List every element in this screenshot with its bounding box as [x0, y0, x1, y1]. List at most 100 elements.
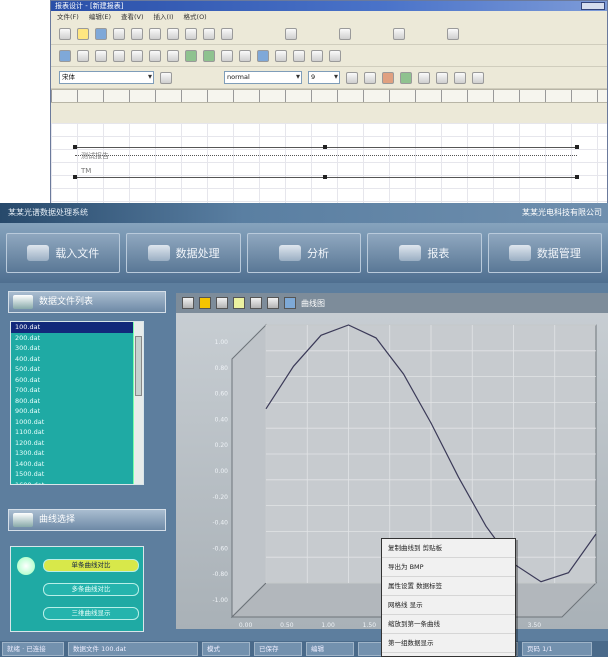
grid-icon[interactable] [339, 27, 351, 40]
file-list-item[interactable]: 1300.dat [11, 448, 143, 459]
align-icon[interactable] [393, 27, 405, 40]
menu-view[interactable]: 查看(V) [121, 11, 144, 23]
barcode-icon[interactable] [239, 49, 251, 62]
3d-curve-button[interactable]: 三维曲线显示 [43, 607, 139, 620]
canvas-text[interactable]: 测试报告 [81, 151, 109, 161]
file-list-item[interactable]: 700.dat [11, 385, 143, 396]
bold-icon[interactable] [160, 71, 172, 84]
window-buttons[interactable] [581, 2, 605, 10]
resize-handle[interactable] [323, 145, 327, 149]
nav-analyze-button[interactable]: 分析 [246, 233, 362, 273]
table-icon[interactable] [113, 49, 125, 62]
resize-handle[interactable] [575, 175, 579, 179]
file-list-scrollbar[interactable] [133, 322, 143, 484]
color-icon[interactable] [382, 71, 394, 84]
resize-handle[interactable] [73, 175, 77, 179]
paste-icon[interactable] [185, 27, 197, 40]
print-icon[interactable] [113, 27, 125, 40]
scrollbar-thumb[interactable] [135, 336, 142, 396]
multi-curve-button[interactable]: 多条曲线对比 [43, 583, 139, 596]
paragraph-icon[interactable] [329, 49, 341, 62]
file-list-item[interactable]: 1600.dat [11, 480, 143, 485]
file-list-item[interactable]: 900.dat [11, 406, 143, 417]
resize-handle[interactable] [73, 145, 77, 149]
italic-icon[interactable] [346, 71, 358, 84]
new-icon[interactable] [59, 27, 71, 40]
file-list-item[interactable]: 1400.dat [11, 459, 143, 470]
style-combo[interactable]: normal [224, 71, 302, 84]
file-list-item[interactable]: 1500.dat [11, 469, 143, 480]
align-center-icon[interactable] [436, 71, 448, 84]
report-canvas[interactable]: 测试报告 TM [51, 123, 607, 205]
file-list-item[interactable]: 200.dat [11, 333, 143, 344]
font-combo[interactable]: 宋体 [59, 71, 154, 84]
text-a-icon[interactable] [149, 49, 161, 62]
zoom-in-icon[interactable] [199, 297, 211, 309]
database-icon [508, 245, 531, 261]
open-icon[interactable] [77, 27, 89, 40]
textbox-icon[interactable] [95, 49, 107, 62]
menu-edit[interactable]: 编辑(E) [89, 11, 111, 23]
size-combo[interactable]: 9 [308, 71, 340, 84]
resize-handle[interactable] [575, 145, 579, 149]
nav-manage-button[interactable]: 数据管理 [487, 233, 603, 273]
undo-icon[interactable] [203, 27, 215, 40]
image-icon[interactable] [131, 49, 143, 62]
line-icon[interactable] [203, 49, 215, 62]
export-icon[interactable] [284, 297, 296, 309]
file-list-item[interactable]: 100.dat [11, 322, 143, 333]
file-list-item[interactable]: 1200.dat [11, 438, 143, 449]
menu-insert[interactable]: 插入(I) [154, 11, 174, 23]
menu-format[interactable]: 格式(O) [184, 11, 207, 23]
context-menu-item[interactable]: 复制曲线到 剪贴板 [382, 539, 515, 558]
formula-icon[interactable] [275, 49, 287, 62]
grid-toggle-icon[interactable] [250, 297, 262, 309]
preview-icon[interactable] [131, 27, 143, 40]
context-menu-item[interactable]: 缩放到第一条曲线 [382, 615, 515, 634]
resize-handle[interactable] [323, 175, 327, 179]
font-a-icon[interactable] [167, 49, 179, 62]
sum-icon[interactable] [293, 49, 305, 62]
context-menu-item[interactable]: 导出为 BMP [382, 558, 515, 577]
file-list-item[interactable]: 300.dat [11, 343, 143, 354]
file-list[interactable]: 100.dat 200.dat 300.dat 400.dat 500.dat 600.d… [10, 321, 144, 485]
file-list-item[interactable]: 500.dat [11, 364, 143, 375]
border-icon[interactable] [472, 71, 484, 84]
select-icon[interactable] [59, 49, 71, 62]
canvas-text[interactable]: TM [81, 167, 91, 175]
page-icon[interactable] [311, 49, 323, 62]
analyze-icon [279, 245, 302, 261]
context-menu-item[interactable]: 网格线 显示 [382, 596, 515, 615]
pointer-icon[interactable] [182, 297, 194, 309]
file-list-item[interactable]: 600.dat [11, 375, 143, 386]
single-curve-button[interactable]: 单条曲线对比 [43, 559, 139, 572]
align-left-icon[interactable] [418, 71, 430, 84]
file-list-item[interactable]: 800.dat [11, 396, 143, 407]
rect-icon[interactable] [221, 49, 233, 62]
label-icon[interactable] [77, 49, 89, 62]
nav-load-file-button[interactable]: 载入文件 [6, 233, 121, 273]
3d-view-icon[interactable] [267, 297, 279, 309]
save-icon[interactable] [95, 27, 107, 40]
chart-icon[interactable] [185, 49, 197, 62]
zoom-icon[interactable] [285, 27, 297, 40]
menu-file[interactable]: 文件(F) [57, 11, 79, 23]
underline-icon[interactable] [364, 71, 376, 84]
fill-icon[interactable] [400, 71, 412, 84]
marker-icon[interactable] [233, 297, 245, 309]
context-menu-item[interactable]: 属性设置 数据标签 [382, 577, 515, 596]
field-icon[interactable] [257, 49, 269, 62]
pen-icon[interactable] [447, 27, 459, 40]
align-right-icon[interactable] [454, 71, 466, 84]
pan-icon[interactable] [216, 297, 228, 309]
file-list-item[interactable]: 1100.dat [11, 427, 143, 438]
cut-icon[interactable] [149, 27, 161, 40]
y-tick-label: -0.80 [212, 571, 228, 578]
context-menu-item[interactable]: 第一组数据显示 [382, 634, 515, 653]
nav-report-button[interactable]: 报表 [367, 233, 482, 273]
file-list-item[interactable]: 400.dat [11, 354, 143, 365]
file-list-item[interactable]: 1000.dat [11, 417, 143, 428]
copy-icon[interactable] [167, 27, 179, 40]
nav-process-button[interactable]: 数据处理 [126, 233, 241, 273]
redo-icon[interactable] [221, 27, 233, 40]
